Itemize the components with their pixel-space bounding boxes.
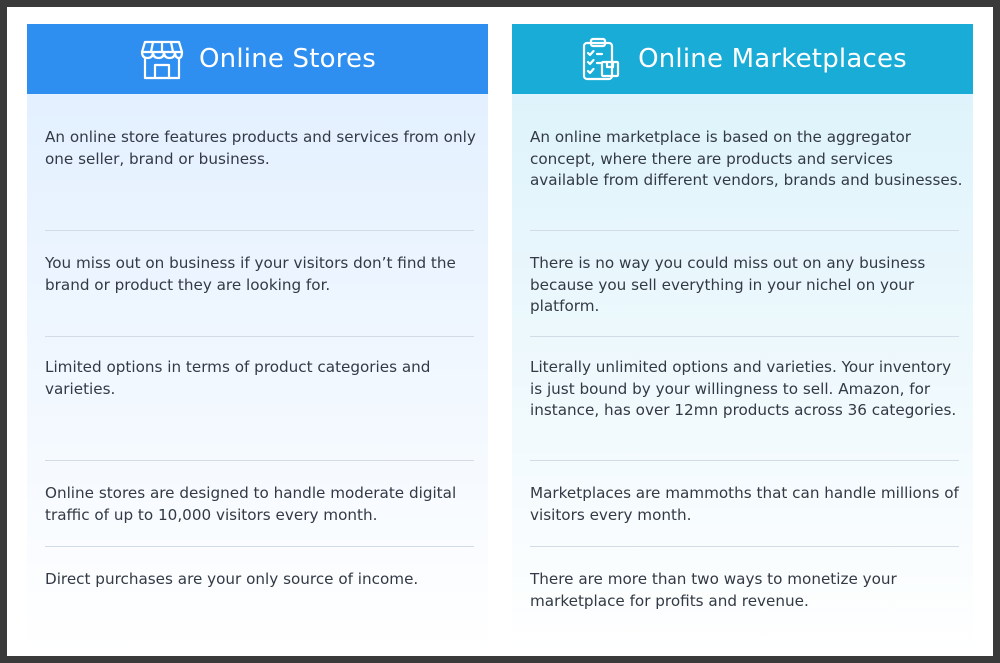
online-stores-title: Online Stores <box>199 44 376 74</box>
row-divider <box>45 336 474 337</box>
comparison-card: Online Stores An online store features p… <box>7 7 993 656</box>
row-divider <box>45 460 474 461</box>
online-marketplaces-row-4: Marketplaces are mammoths that can handl… <box>530 484 959 524</box>
online-marketplaces-row-1: An online marketplace is based on the ag… <box>530 128 963 189</box>
row-divider <box>45 230 474 231</box>
online-stores-row-2: You miss out on business if your visitor… <box>45 254 456 294</box>
row-divider <box>530 336 959 337</box>
storefront-icon <box>139 36 185 82</box>
online-stores-header: Online Stores <box>27 24 488 94</box>
online-marketplaces-column: Online Marketplaces An online marketplac… <box>512 24 973 654</box>
online-marketplaces-header: Online Marketplaces <box>512 24 973 94</box>
online-marketplaces-body: An online marketplace is based on the ag… <box>512 94 973 654</box>
online-stores-column: Online Stores An online store features p… <box>27 24 488 654</box>
row-divider <box>530 460 959 461</box>
online-marketplaces-row-3: Literally unlimited options and varietie… <box>530 358 957 419</box>
online-marketplaces-row-5: There are more than two ways to monetize… <box>530 570 897 610</box>
clipboard-checklist-icon <box>578 36 624 82</box>
row-divider <box>45 546 474 547</box>
online-stores-row-1: An online store features products and se… <box>45 128 476 168</box>
online-stores-body: An online store features products and se… <box>27 94 488 654</box>
row-divider <box>530 230 959 231</box>
row-divider <box>530 546 959 547</box>
online-marketplaces-row-2: There is no way you could miss out on an… <box>530 254 926 315</box>
online-stores-row-3: Limited options in terms of product cate… <box>45 358 431 398</box>
online-stores-row-4: Online stores are designed to handle mod… <box>45 484 457 524</box>
online-stores-row-5: Direct purchases are your only source of… <box>45 570 419 588</box>
online-marketplaces-title: Online Marketplaces <box>638 44 907 74</box>
